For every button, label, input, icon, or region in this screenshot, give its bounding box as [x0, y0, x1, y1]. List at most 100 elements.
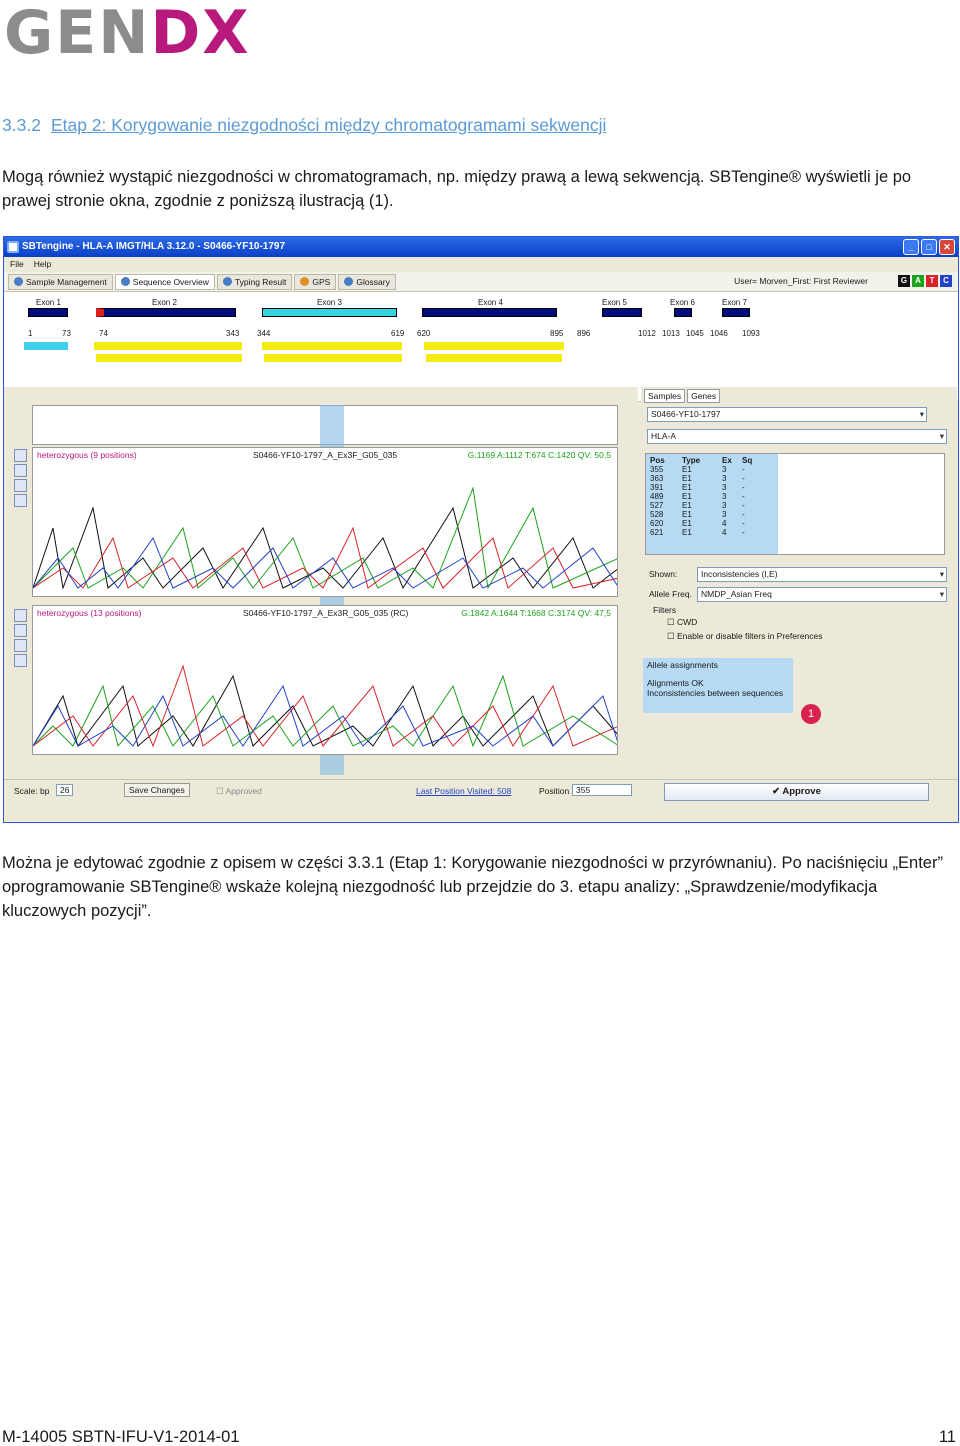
tab-sample-management[interactable]: Sample Management	[8, 273, 113, 290]
base-g-button[interactable]: G	[898, 275, 910, 287]
table-row[interactable]: 527 E1 3 -	[650, 501, 762, 510]
position-label: 1045	[686, 329, 704, 338]
shown-label: Shown:	[649, 569, 678, 579]
table-row[interactable]: 620 E1 4 -	[650, 519, 762, 528]
exon-label: Exon 1	[36, 298, 61, 307]
trace-plot	[33, 486, 617, 590]
position-input[interactable]: 355	[572, 784, 632, 796]
coverage-bar	[424, 342, 564, 350]
table-cell: E1	[682, 519, 692, 528]
exon-bar[interactable]	[602, 308, 642, 317]
menu-file[interactable]: File	[10, 257, 24, 272]
approve-button[interactable]: ✔ Approve	[664, 783, 929, 801]
table-header-row: Pos Type Ex Sq	[650, 456, 753, 465]
locus-select[interactable]: HLA-A	[647, 429, 947, 444]
exon-overview[interactable]: Exon 1 Exon 2 Exon 3 Exon 4 Exon 5 Exon …	[4, 292, 958, 402]
table-cell: 3	[722, 510, 727, 519]
zoom-icon[interactable]	[14, 609, 27, 622]
position-label: 1046	[710, 329, 728, 338]
right-panel: Samples Genes S0466-YF10-1797 HLA-A Pos …	[641, 387, 957, 779]
table-row[interactable]: 363 E1 3 -	[650, 474, 762, 483]
table-cell: -	[742, 528, 745, 537]
exon-bar[interactable]	[422, 308, 557, 317]
allele-freq-select[interactable]: NMDP_Asian Freq	[697, 587, 947, 602]
tab-gps[interactable]: GPS	[294, 273, 337, 290]
chromatogram-reverse[interactable]: heterozygous (13 positions) S0466-YF10-1…	[32, 605, 618, 755]
tab-samples[interactable]: Samples	[644, 389, 686, 403]
base-c-button[interactable]: C	[940, 275, 952, 287]
table-cell: 363	[650, 474, 664, 483]
scale-input[interactable]: 26	[56, 784, 74, 796]
user-label: User= Morven_First: First Reviewer	[734, 276, 868, 286]
menu-help[interactable]: Help	[34, 257, 51, 272]
exon-bar[interactable]	[722, 308, 750, 317]
position-label: 1	[28, 329, 33, 338]
tab-sequence-overview[interactable]: Sequence Overview	[114, 273, 215, 290]
table-cell: E1	[682, 474, 692, 483]
position-label: 73	[62, 329, 71, 338]
position-label: 74	[99, 329, 108, 338]
exon-bar[interactable]	[96, 308, 236, 317]
position-label: 620	[417, 329, 431, 338]
chrom-tools	[14, 449, 28, 507]
section-heading: 3.3.2 Etap 2: Korygowanie niezgodności mi…	[2, 115, 607, 135]
arrow-icon[interactable]	[14, 479, 27, 492]
exon-label: Exon 6	[670, 298, 695, 307]
exon-bar[interactable]	[28, 308, 68, 317]
footer-doc-id: M-14005 SBTN-IFU-V1-2014-01	[2, 1428, 240, 1446]
chromatogram-forward[interactable]: heterozygous (9 positions) S0466-YF10-17…	[32, 447, 618, 597]
position-label: 896	[577, 329, 591, 338]
check-icon[interactable]	[14, 624, 27, 637]
enable-filters-checkbox[interactable]: ☐ Enable or disable filters in Preferenc…	[667, 631, 823, 642]
table-cell: E1	[682, 501, 692, 510]
exon-bar[interactable]	[674, 308, 692, 317]
save-changes-button[interactable]: Save Changes	[124, 783, 190, 797]
table-cell: E1	[682, 528, 692, 537]
arrow-icon[interactable]	[14, 639, 27, 652]
table-cell: 391	[650, 483, 664, 492]
last-position-link[interactable]: Last Position Visited: 508	[416, 786, 511, 796]
base-t-button[interactable]: T	[926, 275, 938, 287]
exon-label: Exon 3	[317, 298, 342, 307]
sample-icon	[14, 277, 23, 286]
overview-icon	[120, 277, 130, 286]
table-row[interactable]: 621 E1 4 -	[650, 528, 762, 537]
assign-title: Allele assignments	[647, 660, 718, 670]
callout-badge: 1	[801, 704, 821, 724]
positions-table: Pos Type Ex Sq 355 E1 3 - 363 E1 3 - 391 E1 3 - 489 E…	[650, 456, 762, 537]
tab-glossary[interactable]: Glossary	[338, 273, 396, 290]
table-cell: E1	[682, 492, 692, 501]
table-cell: 3	[722, 492, 727, 501]
exon-label: Exon 4	[478, 298, 503, 307]
base-buttons: G A T C	[898, 275, 952, 287]
zoom-icon[interactable]	[14, 449, 27, 462]
maximize-icon[interactable]: □	[921, 239, 937, 255]
window-titlebar: SBTengine - HLA-A IMGT/HLA 3.12.0 - S046…	[4, 237, 958, 257]
minimize-icon[interactable]: _	[903, 239, 919, 255]
assign-inconsistency: Inconsistencies between sequences	[647, 688, 784, 698]
check-icon[interactable]	[14, 464, 27, 477]
close-icon[interactable]: ✕	[939, 239, 955, 255]
tab-genes[interactable]: Genes	[687, 389, 721, 403]
edit-icon[interactable]	[14, 654, 27, 667]
sample-select[interactable]: S0466-YF10-1797	[647, 407, 927, 422]
paragraph-1: Mogą również wystąpić niezgodności w chr…	[2, 168, 912, 210]
chrom-stats: G:1842 A:1644 T:1668 C:3174 QV: 47,5	[461, 608, 611, 618]
exon-bar-selected[interactable]	[262, 308, 397, 317]
cwd-checkbox[interactable]: ☐ CWD	[667, 617, 697, 628]
base-a-button[interactable]: A	[912, 275, 924, 287]
table-cell: 3	[722, 465, 727, 474]
table-cell: 620	[650, 519, 664, 528]
approved-checkbox[interactable]: ☐ Approved	[216, 786, 262, 797]
filters-label: Filters	[653, 605, 677, 615]
table-row[interactable]: 528 E1 3 -	[650, 510, 762, 519]
table-row[interactable]: 355 E1 3 -	[650, 465, 762, 474]
tab-typing-result[interactable]: Typing Result	[216, 273, 293, 290]
chrom-zygosity: heterozygous (9 positions)	[37, 450, 137, 460]
table-row[interactable]: 391 E1 3 -	[650, 483, 762, 492]
shown-select[interactable]: Inconsistencies (I,E)	[697, 567, 947, 582]
edit-icon[interactable]	[14, 494, 27, 507]
position-label: 344	[257, 329, 271, 338]
inconsistency-table: Pos Type Ex Sq 355 E1 3 - 363 E1 3 - 391 E1 3 - 489 E…	[645, 453, 945, 555]
table-row[interactable]: 489 E1 3 -	[650, 492, 762, 501]
